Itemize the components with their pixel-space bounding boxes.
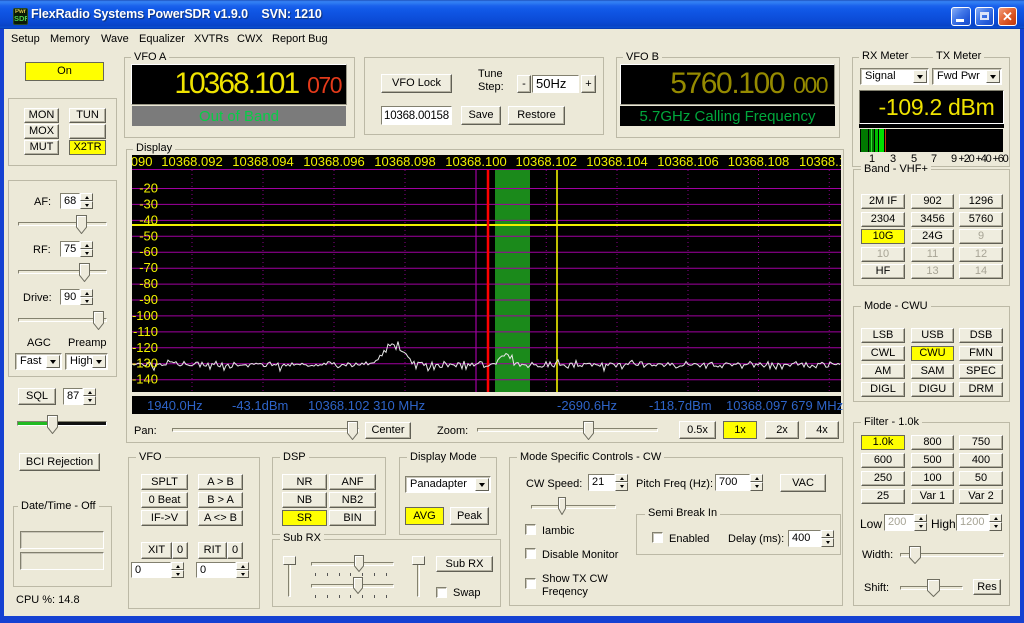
svg-text:-130: -130 xyxy=(132,356,158,371)
svg-text:10368.102: 10368.102 xyxy=(516,155,577,169)
svg-text:10368.104: 10368.104 xyxy=(586,155,647,169)
svg-text:10368.096: 10368.096 xyxy=(303,155,364,169)
svg-text:-90: -90 xyxy=(139,292,158,307)
svg-text:10368.094: 10368.094 xyxy=(232,155,293,169)
svg-text:10368.108: 10368.108 xyxy=(728,155,789,169)
svg-text:-110: -110 xyxy=(133,324,158,339)
svg-text:-40: -40 xyxy=(139,212,158,227)
svg-text:-20: -20 xyxy=(139,181,158,196)
svg-text:-30: -30 xyxy=(139,196,158,211)
svg-text:-140: -140 xyxy=(132,372,158,387)
svg-text:10368.110: 10368.110 xyxy=(799,155,841,169)
svg-text:10368.106: 10368.106 xyxy=(657,155,718,169)
svg-text:-60: -60 xyxy=(139,244,158,259)
svg-text:-100: -100 xyxy=(132,308,158,323)
svg-text:-120: -120 xyxy=(132,340,158,355)
svg-text:10368.098: 10368.098 xyxy=(374,155,435,169)
svg-text:10368.100: 10368.100 xyxy=(445,155,506,169)
svg-text:10368.092: 10368.092 xyxy=(161,155,222,169)
svg-text:-70: -70 xyxy=(139,260,158,275)
svg-text:-50: -50 xyxy=(139,228,158,243)
svg-text:-80: -80 xyxy=(139,276,158,291)
svg-text:10368.090: 10368.090 xyxy=(132,155,152,169)
